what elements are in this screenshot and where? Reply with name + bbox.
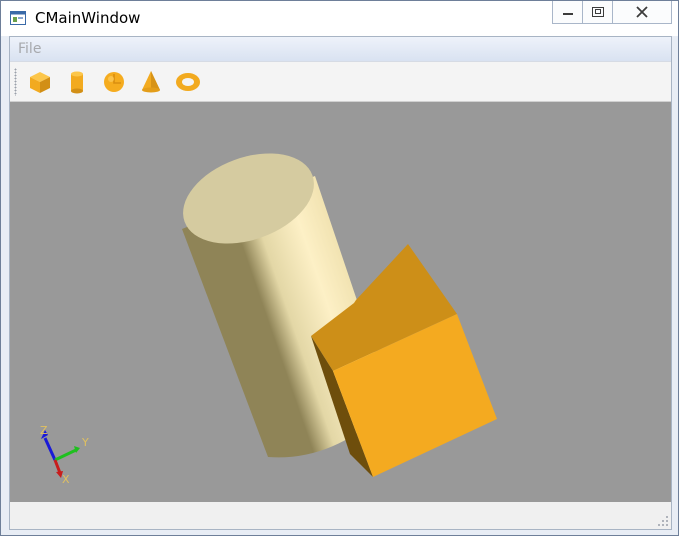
axis-y-label: Y [81, 436, 89, 449]
axis-triad: Z Y X [40, 424, 89, 486]
menu-file[interactable]: File [18, 41, 41, 57]
cylinder-tool-button[interactable] [62, 68, 92, 96]
size-grip-icon[interactable] [657, 515, 669, 527]
torus-tool-button[interactable] [173, 68, 203, 96]
client-area: File Z Y X [9, 36, 672, 530]
window-title: CMainWindow [35, 9, 141, 27]
title-bar[interactable]: CMainWindow [1, 1, 678, 36]
toolbar [10, 62, 671, 102]
cone-tool-button[interactable] [136, 68, 166, 96]
axis-z-label: Z [40, 424, 48, 437]
close-button[interactable] [613, 1, 672, 24]
box-icon [30, 72, 50, 93]
3d-scene: Z Y X [40, 153, 497, 486]
box-tool-button[interactable] [25, 68, 55, 96]
torus-icon [176, 73, 200, 91]
status-bar [10, 503, 671, 529]
axis-x-label: X [62, 473, 70, 486]
cylinder-icon [71, 71, 83, 94]
cone-icon [142, 71, 160, 93]
menu-bar: File [10, 37, 671, 62]
toolbar-grip[interactable] [14, 68, 17, 96]
caption-buttons [552, 1, 672, 25]
minimize-icon [562, 13, 573, 15]
sphere-tool-button[interactable] [99, 68, 129, 96]
minimize-button[interactable] [552, 1, 583, 24]
main-window: CMainWindow File Z Y X [0, 0, 679, 536]
close-icon [636, 6, 648, 18]
maximize-button[interactable] [583, 1, 613, 24]
maximize-icon [591, 7, 604, 17]
3d-viewport[interactable]: Z Y X [10, 102, 671, 502]
app-icon [10, 11, 26, 25]
sphere-icon [104, 72, 124, 92]
